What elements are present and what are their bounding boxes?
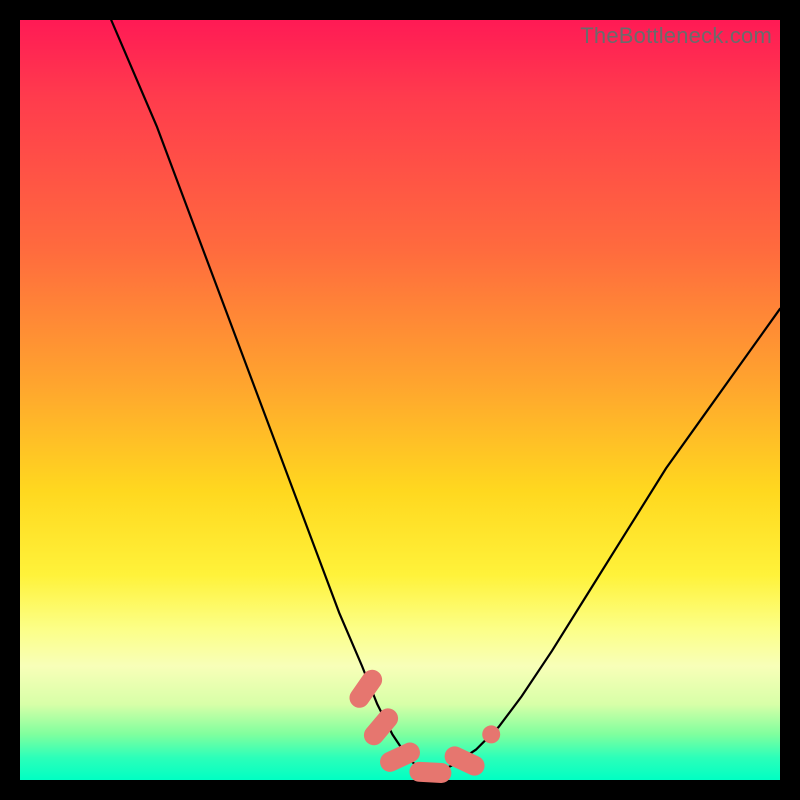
bottleneck-curve — [111, 20, 780, 772]
curve-svg — [20, 20, 780, 780]
curve-marker — [346, 666, 386, 712]
curve-marker — [482, 725, 500, 743]
plot-area: TheBottleneck.com — [20, 20, 780, 780]
markers-group — [346, 666, 501, 784]
outer-frame: TheBottleneck.com — [0, 0, 800, 800]
curve-marker — [409, 761, 452, 783]
